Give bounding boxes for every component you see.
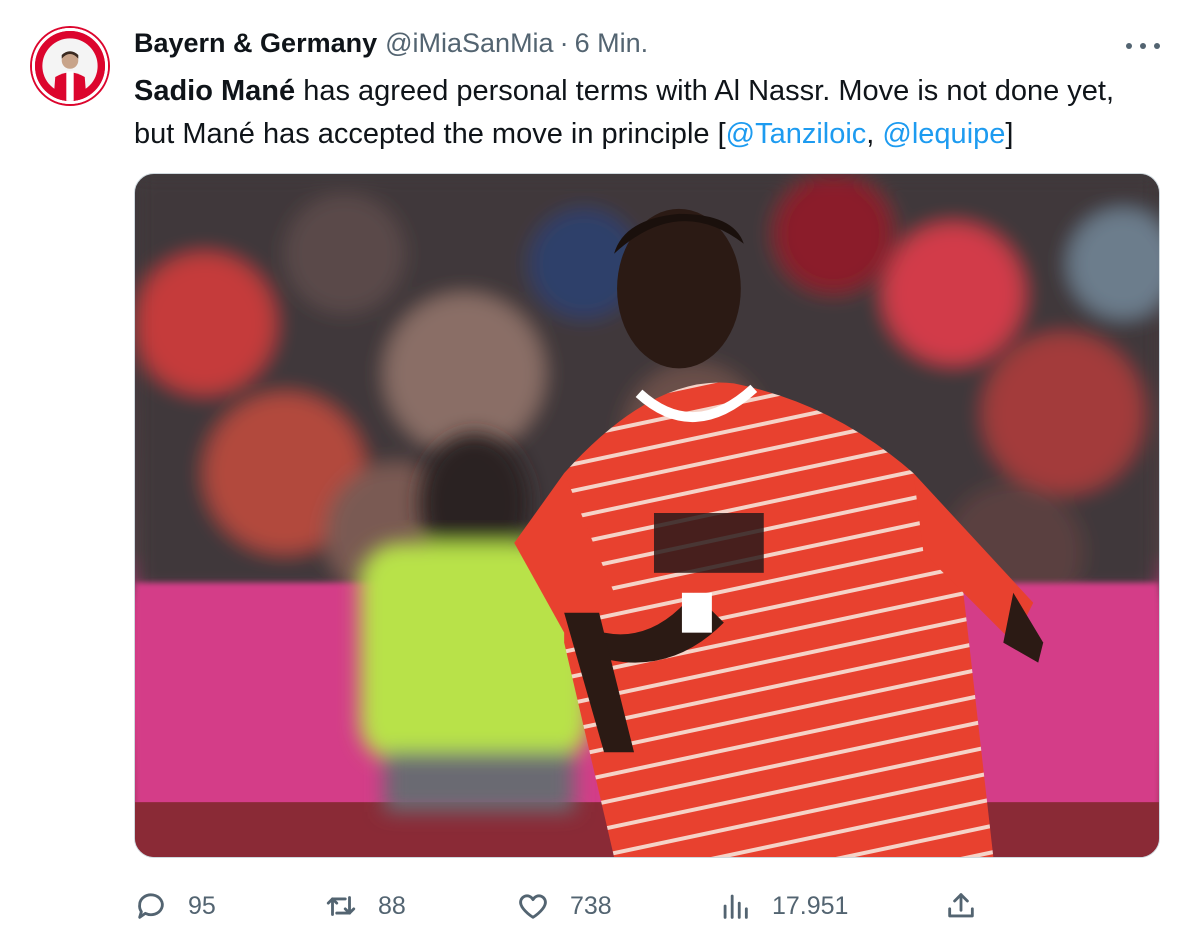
- like-button[interactable]: 738: [516, 884, 612, 928]
- mention-lequipe[interactable]: @lequipe: [882, 118, 1005, 150]
- more-dot: [1126, 43, 1132, 49]
- reply-button[interactable]: 95: [134, 884, 216, 928]
- views-count: 17.951: [772, 891, 849, 920]
- author-handle[interactable]: @iMiaSanMia: [385, 28, 553, 59]
- tweet-header: Bayern & Germany @iMiaSanMia · 6 Min.: [134, 28, 648, 64]
- more-dot: [1140, 43, 1146, 49]
- more-dot: [1154, 43, 1160, 49]
- photo-illustration: [135, 174, 1159, 857]
- more-icon[interactable]: [1126, 34, 1160, 58]
- reply-count: 95: [188, 891, 216, 920]
- author-display-name[interactable]: Bayern & Germany: [134, 28, 377, 59]
- reply-icon: [138, 893, 164, 919]
- retweet-count: 88: [378, 891, 406, 920]
- views-icon: [723, 894, 748, 919]
- share-button[interactable]: [944, 884, 978, 928]
- closing-bracket: ]: [1005, 118, 1014, 150]
- tweet: Bayern & Germany @iMiaSanMia · 6 Min. Sa…: [0, 0, 1194, 944]
- avatar[interactable]: [32, 28, 108, 104]
- tweet-timestamp[interactable]: 6 Min.: [575, 28, 649, 59]
- tweet-actions: 95 88 738 17.951: [134, 884, 1160, 928]
- retweet-icon: [326, 896, 356, 916]
- tweet-media-photo[interactable]: [134, 173, 1160, 858]
- avatar-image: [35, 31, 105, 101]
- share-icon: [948, 893, 974, 918]
- like-icon: [519, 894, 547, 919]
- retweet-button[interactable]: 88: [324, 884, 406, 928]
- bold-name: Sadio Mané: [134, 75, 296, 107]
- tweet-text: Sadio Mané has agreed personal terms wit…: [134, 70, 1144, 156]
- header-separator: ·: [559, 28, 569, 58]
- views-button[interactable]: 17.951: [718, 884, 848, 928]
- mention-separator: ,: [866, 118, 883, 150]
- like-count: 738: [570, 891, 612, 920]
- mention-tanziloic[interactable]: @Tanziloic: [726, 118, 867, 150]
